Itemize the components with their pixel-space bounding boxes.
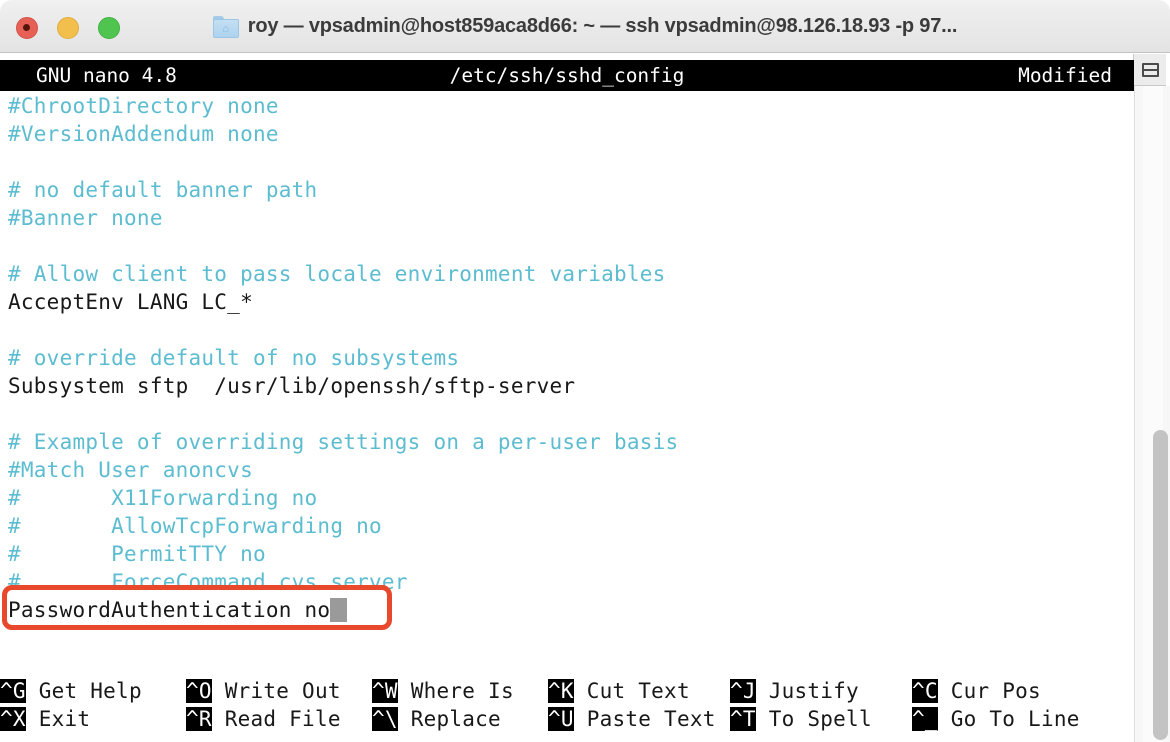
shortcut-go-to-line[interactable]: ^_ Go To Line	[912, 704, 1080, 734]
shortcut-key-combo: ^R	[186, 707, 212, 731]
shortcut-label: Cut Text	[573, 679, 690, 703]
shortcut-key-combo: ^K	[548, 679, 574, 703]
nano-modified-label: Modified	[1018, 64, 1112, 87]
shortcut-key-combo: ^C	[912, 679, 938, 703]
nano-editor-area[interactable]: #ChrootDirectory none #VersionAddendum no…	[0, 91, 1134, 638]
vertical-scrollbar-thumb[interactable]	[1153, 430, 1168, 740]
editor-line: AcceptEnv LANG LC_*	[8, 290, 253, 314]
shortcut-key-combo: ^G	[0, 679, 26, 703]
editor-line: # no default banner path	[8, 178, 318, 202]
editor-line: # PermitTTY no	[8, 542, 266, 566]
split-pane-icon	[1141, 62, 1159, 77]
shortcut-exit[interactable]: ^X Exit	[0, 704, 90, 734]
shortcut-label: Where Is	[397, 679, 514, 703]
shortcut-get-help[interactable]: ^G Get Help	[0, 676, 142, 706]
editor-line: #ChrootDirectory none	[8, 94, 279, 118]
close-button[interactable]	[16, 17, 38, 39]
shortcut-key-combo: ^X	[0, 707, 26, 731]
window-controls	[16, 17, 120, 39]
zoom-button[interactable]	[98, 17, 120, 39]
shortcut-where-is[interactable]: ^W Where Is	[372, 676, 514, 706]
editor-line: #Banner none	[8, 206, 163, 230]
editor-line: #Match User anoncvs	[8, 458, 253, 482]
window-title-container: ⌂ roy — vpsadmin@host859aca8d66: ~ — ssh…	[0, 0, 1170, 53]
shortcut-label: Cur Pos	[937, 679, 1041, 703]
shortcut-key-combo: ^W	[372, 679, 398, 703]
home-folder-icon: ⌂	[212, 15, 239, 38]
shortcut-key-combo: ^T	[730, 707, 756, 731]
editor-line: # ForceCommand cvs server	[8, 570, 408, 594]
shortcut-label: Go To Line	[937, 707, 1080, 731]
shortcut-key-combo: ^U	[548, 707, 574, 731]
shortcut-label: Justify	[755, 679, 859, 703]
minimize-button[interactable]	[57, 17, 79, 39]
shortcut-key-combo: ^\	[372, 707, 398, 731]
shortcut-cur-pos[interactable]: ^C Cur Pos	[912, 676, 1041, 706]
shortcut-key-combo: ^_	[912, 707, 938, 731]
editor-line: # Example of overriding settings on a pe…	[8, 430, 679, 454]
nano-header-bar: GNU nano 4.8 /etc/ssh/sshd_config Modifi…	[0, 60, 1134, 91]
shortcut-write-out[interactable]: ^O Write Out	[186, 676, 341, 706]
shortcut-label: Replace	[397, 707, 501, 731]
shortcut-key-combo: ^O	[186, 679, 212, 703]
shortcut-label: To Spell	[755, 707, 872, 731]
shortcut-label: Exit	[25, 707, 91, 731]
shortcut-key-combo: ^J	[730, 679, 756, 703]
terminal-window: ⌂ roy — vpsadmin@host859aca8d66: ~ — ssh…	[0, 0, 1170, 742]
shortcut-label: Get Help	[25, 679, 142, 703]
nano-shortcut-footer: ^G Get Help ^O Write Out ^W Where Is ^K Cut…	[0, 672, 1134, 742]
editor-line: # Allow client to pass locale environmen…	[8, 262, 666, 286]
window-titlebar: ⌂ roy — vpsadmin@host859aca8d66: ~ — ssh…	[0, 0, 1170, 53]
shortcut-label: Read File	[211, 707, 341, 731]
shortcut-label: Paste Text	[573, 707, 716, 731]
split-pane-button[interactable]	[1133, 54, 1166, 86]
vertical-scrollbar-track[interactable]	[1143, 86, 1168, 742]
shortcut-replace[interactable]: ^\ Replace	[372, 704, 501, 734]
editor-line: # AllowTcpForwarding no	[8, 514, 382, 538]
editor-line: # override default of no subsystems	[8, 346, 460, 370]
editor-line: #VersionAddendum none	[8, 122, 279, 146]
editor-line: Subsystem sftp /usr/lib/openssh/sftp-ser…	[8, 374, 576, 398]
shortcut-read-file[interactable]: ^R Read File	[186, 704, 341, 734]
shortcut-to-spell[interactable]: ^T To Spell	[730, 704, 872, 734]
shortcut-justify[interactable]: ^J Justify	[730, 676, 859, 706]
shortcut-label: Write Out	[211, 679, 341, 703]
editor-line: # X11Forwarding no	[8, 486, 318, 510]
nano-filename-label: /etc/ssh/sshd_config	[449, 64, 685, 87]
shortcut-paste-text[interactable]: ^U Paste Text	[548, 704, 716, 734]
shortcut-cut-text[interactable]: ^K Cut Text	[548, 676, 690, 706]
window-title: roy — vpsadmin@host859aca8d66: ~ — ssh v…	[247, 15, 958, 37]
scrollbar-column	[1134, 86, 1170, 742]
text-cursor	[330, 598, 348, 622]
editor-line-highlighted: PasswordAuthentication no	[8, 596, 348, 624]
